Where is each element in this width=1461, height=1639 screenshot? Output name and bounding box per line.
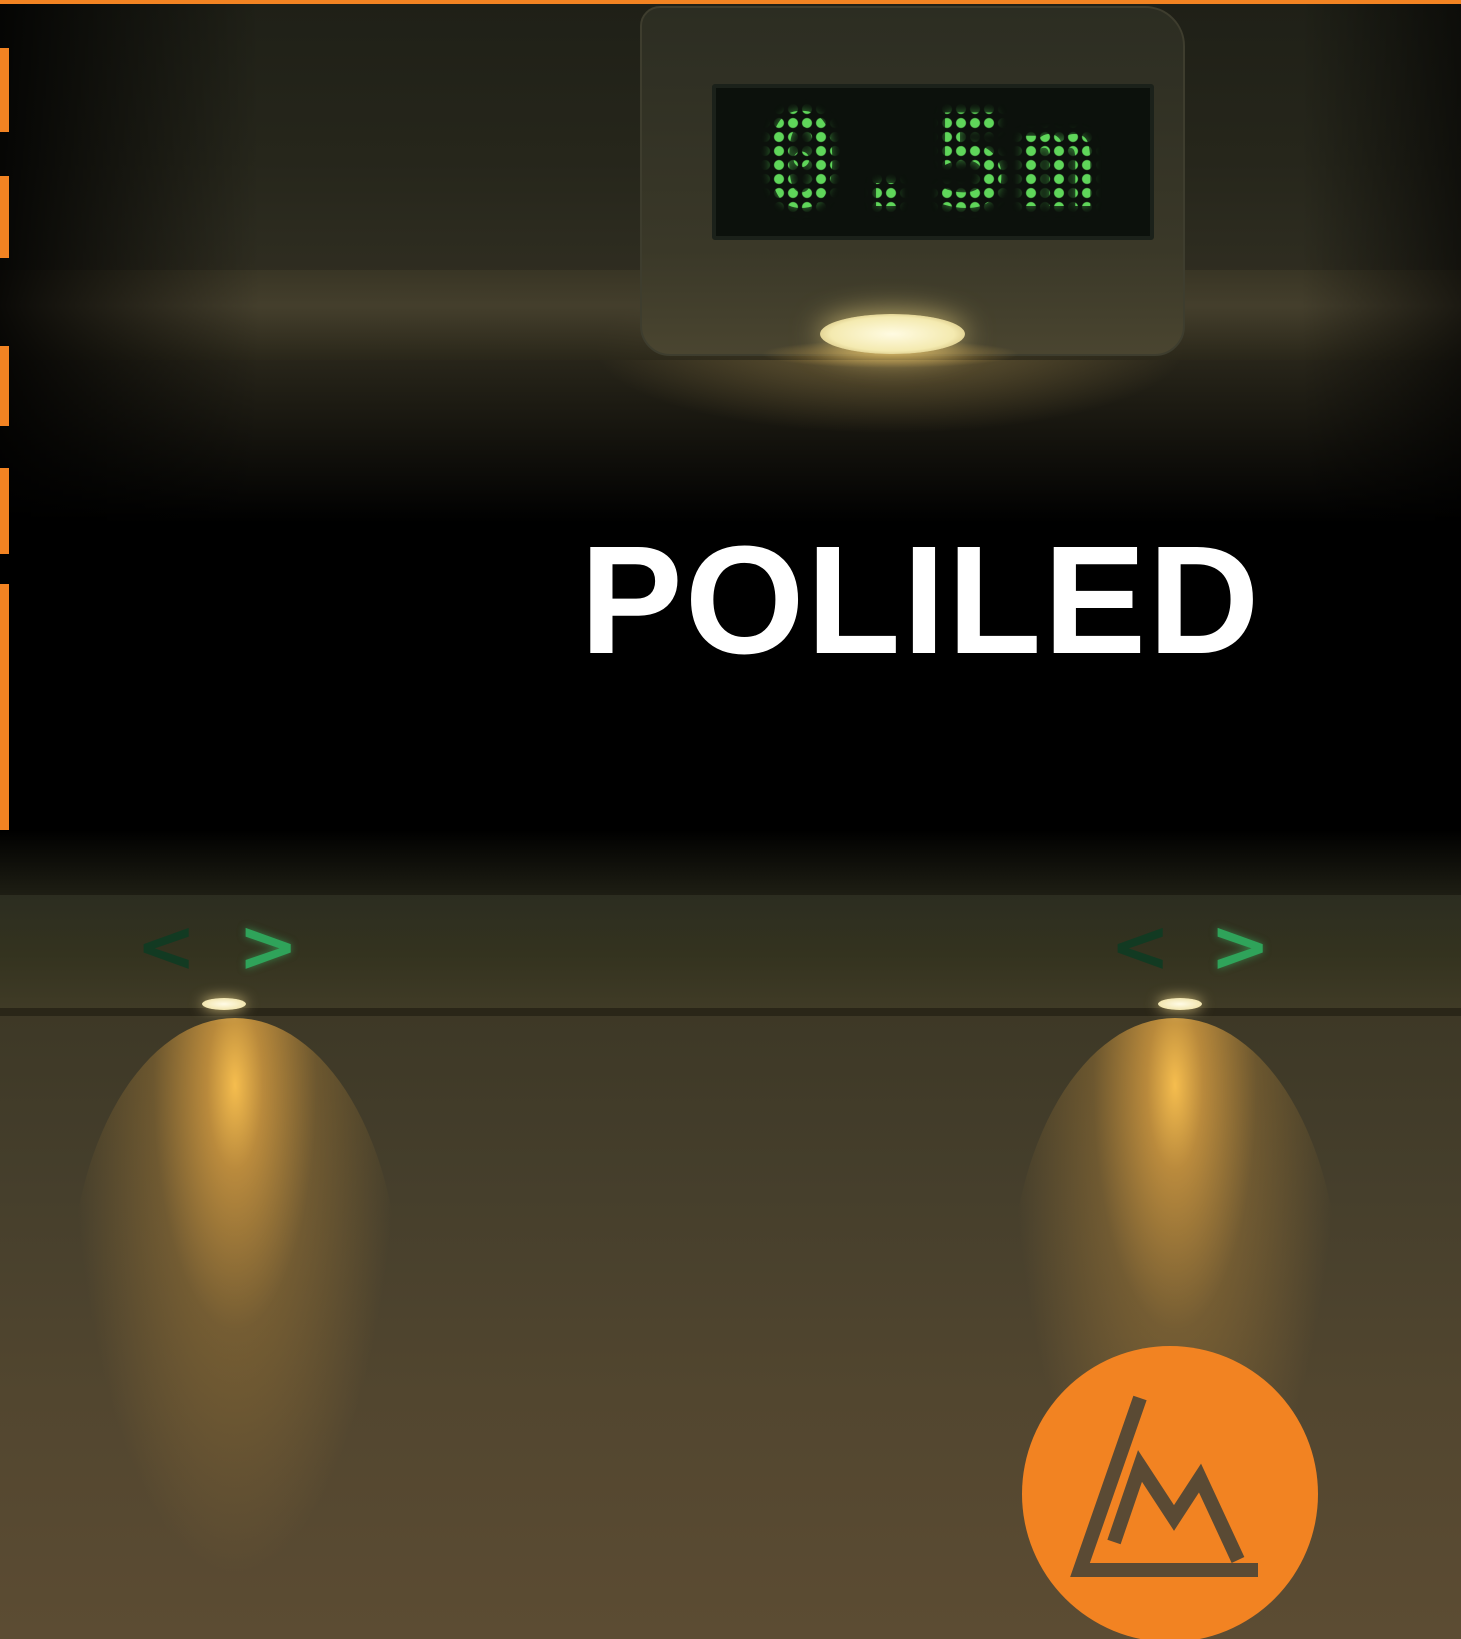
led-display-text: 0.5m: [762, 87, 1104, 237]
top-orange-rule: [0, 0, 1461, 4]
arrow-left-icon: <: [1110, 904, 1171, 988]
arrow-right-icon: >: [238, 904, 299, 988]
vignette-left: [0, 4, 260, 524]
spotlight-left: [202, 998, 246, 1010]
lm-mountain-logo: [1022, 1346, 1318, 1639]
arrow-left-icon: <: [136, 904, 197, 988]
light-cone-left: [70, 1018, 400, 1578]
lm-logo-icon: [1070, 1395, 1258, 1577]
poster: 0.5m POLILED < > < >: [0, 0, 1461, 1639]
spotlight-upper: [820, 314, 965, 354]
led-display: 0.5m: [712, 84, 1154, 240]
headline-title: POLILED: [580, 514, 1262, 686]
vignette-right: [1301, 4, 1461, 524]
spotlight-right: [1158, 998, 1202, 1010]
arrow-right-icon: >: [1210, 904, 1271, 988]
